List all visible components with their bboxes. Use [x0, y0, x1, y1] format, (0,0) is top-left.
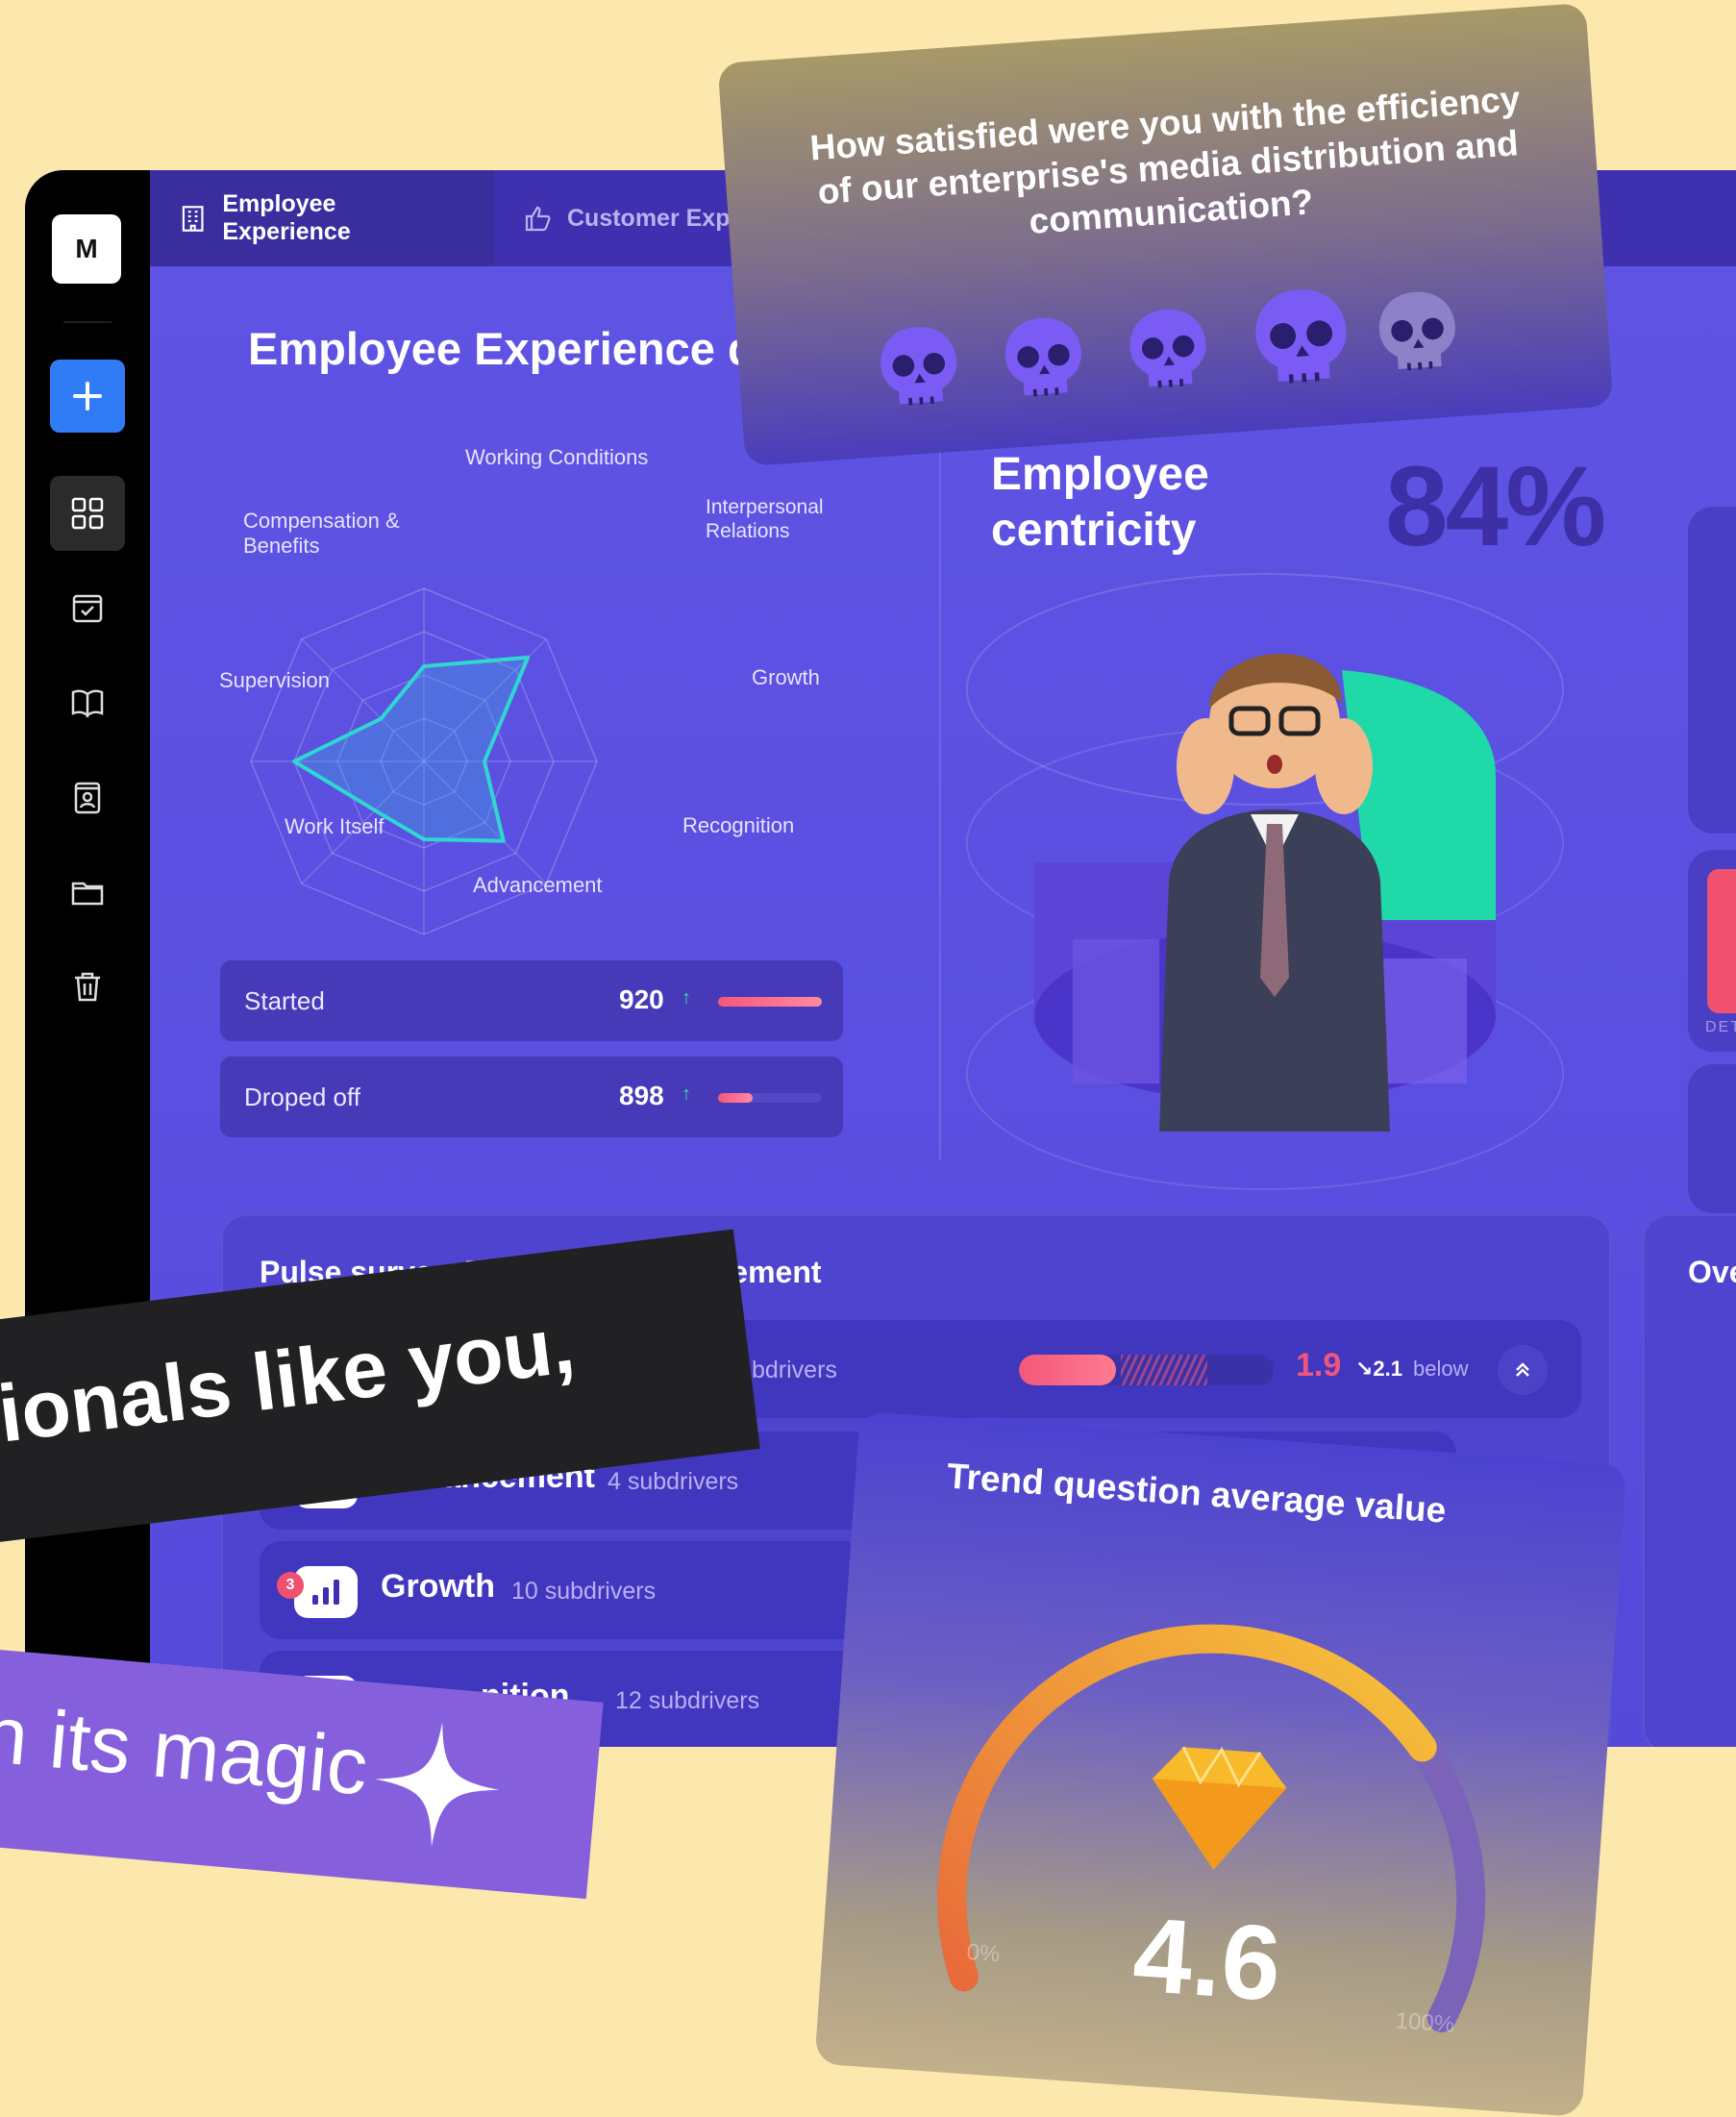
nav-trash[interactable]: [50, 949, 125, 1024]
score-below-label: below: [1413, 1357, 1469, 1381]
progress-fill: [718, 1093, 753, 1103]
radar-label-advancement: Advancement: [473, 873, 603, 897]
trend-up-icon: ↑: [682, 1083, 691, 1105]
nav-dashboard[interactable]: [50, 476, 125, 551]
skull-icon[interactable]: [871, 318, 967, 414]
driver-name: Growth: [381, 1568, 495, 1605]
centricity-title-line1: Employee: [991, 449, 1209, 500]
promo-text-dark: ssionals like you,: [0, 1298, 580, 1471]
radar-label-recognition: Recognition: [682, 813, 795, 837]
chevron-up-double-icon: [1516, 1362, 1529, 1377]
right-card-top: [1688, 507, 1736, 834]
book-icon: [71, 689, 104, 718]
trash-icon: [75, 972, 100, 1002]
skull-icon[interactable]: [1244, 280, 1359, 395]
dashboard-icon: [71, 497, 104, 530]
progress-track: [718, 997, 822, 1007]
progress-fill: [718, 997, 822, 1007]
radar-label-growth: Growth: [752, 665, 820, 689]
radar-label-compensation-benefits: Compensation & Benefits: [243, 509, 400, 558]
driver-subdrivers: 10 subdrivers: [511, 1578, 657, 1605]
diamond-icon: [1152, 1746, 1287, 1870]
notification-badge: 3: [277, 1572, 304, 1599]
progress-track: [718, 1093, 822, 1103]
gauge-min-label: 0%: [965, 1939, 1002, 1968]
stat-value: 898: [619, 1081, 664, 1110]
tab-employee-experience[interactable]: Employee Experience: [150, 170, 494, 266]
plus-icon: [73, 382, 102, 411]
stat-dropped-off: Droped off 898 ↑: [220, 1057, 843, 1137]
add-button[interactable]: [50, 360, 125, 433]
contact-card-icon: [74, 782, 101, 814]
centricity-percent: 84%: [1385, 443, 1606, 570]
page-title: Employee Experience d: [248, 323, 756, 374]
alert-badge: 2: [1707, 869, 1736, 1013]
overview-title: Ove: [1688, 1255, 1736, 1289]
skull-icon[interactable]: [995, 310, 1091, 406]
nav-tasks[interactable]: [50, 571, 125, 646]
driver-subdrivers: bdrivers: [752, 1357, 837, 1383]
thumbs-up-icon: [525, 206, 551, 232]
sparkle-icon: [374, 1722, 500, 1847]
survey-question-card: How satisfied were you with the efficien…: [717, 2, 1614, 467]
stat-started: Started 920 ↑: [220, 960, 843, 1041]
stat-label: Started: [244, 986, 325, 1015]
driver-subdrivers: 4 subdrivers: [608, 1468, 739, 1495]
tab-label: Customer Expe: [567, 204, 744, 232]
centricity-title: Employee centricity: [991, 447, 1209, 559]
radar-label-working-conditions: Working Conditions: [465, 445, 649, 469]
bar-chart-icon: [294, 1566, 358, 1618]
driver-score: 1.9: [1296, 1347, 1342, 1383]
right-card-bottom: [1688, 1064, 1736, 1213]
score-bar-hatch: [1121, 1355, 1207, 1385]
radar-label-work-itself: Work Itself: [285, 814, 384, 838]
section-divider: [939, 449, 941, 1160]
calendar-check-icon: [72, 594, 103, 623]
radar-label-interpersonal-relations: Interpersonal Relations: [706, 496, 824, 542]
workspace-logo[interactable]: M: [52, 214, 121, 284]
gauge-max-label: 100%: [1394, 2007, 1456, 2038]
centricity-illustration: [966, 573, 1564, 1190]
building-icon: [182, 206, 204, 232]
nav-files[interactable]: [50, 855, 125, 930]
score-bar-fill: [1019, 1355, 1116, 1385]
folder-icon: [71, 882, 104, 906]
trend-card: Trend question average value 4.6 0% 100%: [814, 1410, 1627, 2117]
promo-text-purple: n its magic: [0, 1687, 372, 1812]
nav-contacts[interactable]: [50, 760, 125, 835]
skull-icon[interactable]: [1120, 301, 1216, 397]
stat-label: Droped off: [244, 1083, 360, 1111]
card-caption: DETR: [1705, 1019, 1736, 1035]
overview-card: Ove: [1643, 1214, 1736, 1747]
question-text: How satisfied were you with the efficien…: [808, 78, 1522, 241]
stat-value: 920: [619, 984, 664, 1014]
trend-up-icon: ↑: [682, 987, 691, 1009]
driver-subdrivers: 12 subdrivers: [615, 1687, 760, 1714]
collapse-button[interactable]: [1498, 1345, 1548, 1395]
nav-library[interactable]: [50, 665, 125, 740]
right-card-middle: 2 DETR: [1688, 850, 1736, 1052]
skull-icon[interactable]: [1370, 284, 1466, 380]
tab-label: Employee Experience: [222, 190, 351, 245]
centricity-title-line2: centricity: [991, 505, 1197, 556]
score-bar-track: [1019, 1355, 1274, 1385]
sidebar-divider: [63, 321, 112, 323]
radar-label-supervision: Supervision: [219, 668, 330, 692]
rating-row: [870, 270, 1491, 418]
score-delta: ↘2.1: [1355, 1357, 1403, 1381]
